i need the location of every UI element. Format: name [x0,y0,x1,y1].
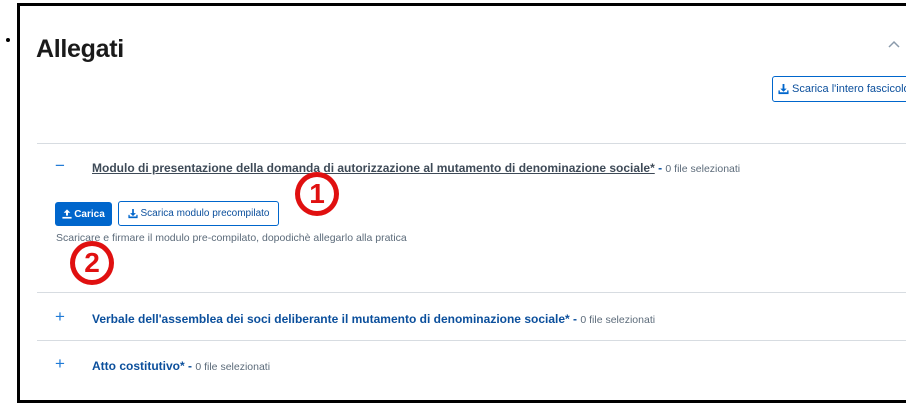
download-icon [127,208,138,218]
collapse-row-toggle[interactable]: − [55,157,65,174]
divider [37,340,906,341]
annotation-marker-1: 1 [295,172,339,216]
attachment-row-title[interactable]: Modulo di presentazione della domanda di… [92,161,740,175]
attachment-row-title[interactable]: Atto costitutivo* - 0 file selezionati [92,359,270,373]
attachment-row-title[interactable]: Verbale dell'assemblea dei soci delibera… [92,312,655,326]
file-count: 0 file selezionati [665,163,741,175]
separator-dash: - [184,359,196,373]
divider [37,143,906,144]
expand-row-toggle[interactable]: + [55,308,65,325]
download-icon [778,83,789,94]
attachment-name[interactable]: Atto costitutivo* [92,359,185,373]
divider [37,292,906,293]
list-bullet [6,38,10,42]
attachment-name[interactable]: Modulo di presentazione della domanda di… [92,161,655,175]
file-count: 0 file selezionati [195,361,271,373]
upload-button[interactable]: Carica [55,202,112,226]
expand-row-toggle[interactable]: + [55,355,65,372]
download-all-button[interactable]: Scarica l'intero fascicolo [772,76,906,102]
chevron-up-icon[interactable] [887,36,901,48]
download-template-button[interactable]: Scarica modulo precompilato [118,201,279,226]
section-title: Allegati [36,35,124,63]
file-count: 0 file selezionati [580,314,656,326]
upload-label: Carica [74,208,105,220]
download-all-label: Scarica l'intero fascicolo [792,83,906,95]
download-template-label: Scarica modulo precompilato [140,208,270,219]
marker-number: 1 [300,177,334,211]
attachment-name[interactable]: Verbale dell'assemblea dei soci delibera… [92,312,570,326]
annotation-marker-2: 2 [70,241,114,285]
upload-icon [62,209,72,219]
separator-dash: - [654,161,666,175]
separator-dash: - [569,312,581,326]
marker-number: 2 [75,246,109,280]
helper-text: Scaricare e firmare il modulo pre-compil… [56,232,407,244]
